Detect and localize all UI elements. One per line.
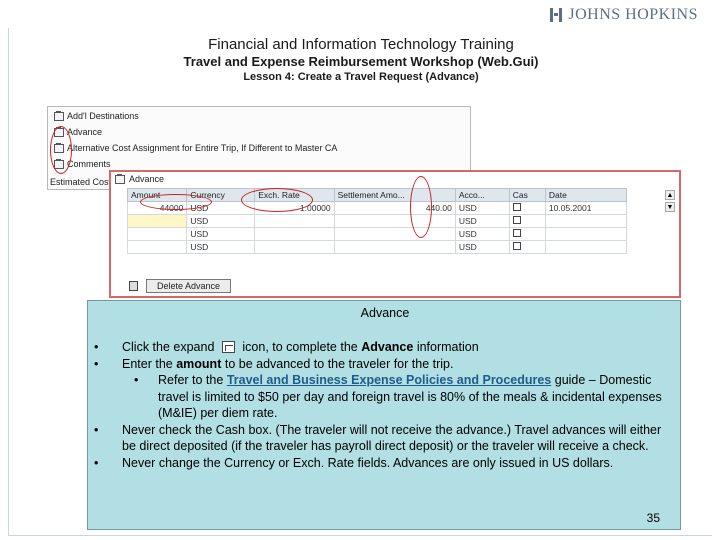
- account-field: USD: [454, 227, 510, 241]
- bullet-list: Click the expand icon, to complete the A…: [94, 339, 676, 471]
- col-cash[interactable]: Cas: [508, 188, 546, 202]
- tree-item-label: Add'l Destinations: [67, 111, 139, 121]
- list-item: Click the expand icon, to complete the A…: [94, 339, 676, 356]
- list-item: Never change the Currency or Exch. Rate …: [94, 455, 676, 472]
- settlement-field: [333, 227, 456, 241]
- currency-field[interactable]: USD: [186, 240, 256, 254]
- tree-item-label: Alternative Cost Assignment for Entire T…: [67, 143, 338, 153]
- bullet-text: Never check the Cash box. (The traveler …: [122, 422, 662, 454]
- highlight-circle: [140, 194, 212, 210]
- currency-field[interactable]: USD: [186, 214, 256, 228]
- cash-checkbox-cell[interactable]: [508, 214, 546, 228]
- cash-checkbox-cell[interactable]: [508, 227, 546, 241]
- trash-icon: [129, 281, 138, 291]
- date-field[interactable]: [544, 227, 628, 241]
- tree-item-label: Advance: [67, 127, 103, 137]
- brand-text: JOHNS HOPKINS: [568, 6, 698, 23]
- bullet-text: Enter the: [122, 356, 173, 371]
- bullet-bold: Advance: [361, 340, 414, 354]
- delete-advance-label: Delete Advance: [146, 279, 232, 293]
- scroll-up-icon[interactable]: ▲: [665, 190, 675, 200]
- list-item: Never check the Cash box. (The traveler …: [94, 422, 676, 455]
- account-field: USD: [454, 240, 510, 254]
- list-item: Refer to the Travel and Business Expense…: [94, 372, 676, 422]
- scroll-down-icon[interactable]: ▼: [665, 202, 675, 212]
- course-title: Financial and Information Technology Tra…: [208, 36, 514, 53]
- settlement-field: [333, 240, 456, 254]
- page-number: 35: [646, 511, 660, 525]
- highlight-circle: [50, 126, 72, 174]
- folder-icon: [54, 110, 64, 121]
- delete-advance-button[interactable]: Delete Advance: [129, 279, 232, 293]
- slide: Financial and Information Technology Tra…: [8, 28, 712, 536]
- date-field[interactable]: 10.05.2001: [544, 201, 628, 215]
- table-row: USD USD: [126, 240, 628, 254]
- bullet-bold: amount: [176, 356, 222, 371]
- col-date[interactable]: Date: [544, 188, 628, 202]
- settlement-field: 440.00: [333, 201, 456, 215]
- info-title: Advance: [360, 306, 410, 320]
- table-row: USD USD: [126, 227, 628, 241]
- col-account[interactable]: Acco...: [454, 188, 510, 202]
- exch-rate-field[interactable]: [254, 240, 335, 254]
- tree-item-destinations[interactable]: Add'l Destinations: [54, 110, 139, 121]
- advance-panel-title: Advance: [129, 174, 165, 184]
- date-field[interactable]: [544, 214, 628, 228]
- cash-checkbox[interactable]: [512, 216, 521, 224]
- tree-item-alt-cost[interactable]: Alternative Cost Assignment for Entire T…: [54, 142, 338, 153]
- folder-icon: [115, 173, 125, 184]
- exch-rate-field[interactable]: [254, 227, 335, 241]
- johns-hopkins-logo-icon: [550, 8, 563, 22]
- cash-checkbox-cell[interactable]: [508, 240, 546, 254]
- bullet-text: Refer to the: [158, 373, 224, 387]
- brand: JOHNS HOPKINS: [550, 6, 698, 24]
- tree-item-label: Comments: [67, 159, 111, 169]
- info-box: Advance Click the expand icon, to comple…: [87, 300, 681, 530]
- workshop-title: Travel and Expense Reimbursement Worksho…: [183, 54, 539, 69]
- date-field[interactable]: [544, 240, 628, 254]
- advance-panel: Advance Amount Currency Exch. Rate Settl…: [109, 170, 681, 298]
- advance-panel-header[interactable]: Advance: [115, 173, 165, 184]
- account-field: USD: [454, 214, 510, 228]
- cash-checkbox[interactable]: [512, 242, 521, 250]
- cash-checkbox-cell[interactable]: [508, 201, 546, 215]
- settlement-field: [333, 214, 456, 228]
- amount-field[interactable]: [126, 240, 188, 254]
- bullet-text: icon, to complete the: [242, 340, 358, 354]
- currency-field[interactable]: USD: [186, 227, 256, 241]
- cash-checkbox[interactable]: [512, 229, 521, 237]
- highlight-circle: [410, 176, 432, 238]
- estimated-cost-label: Estimated Cost: [50, 177, 112, 187]
- list-item: Enter the amount to be advanced to the t…: [94, 356, 676, 373]
- col-settlement[interactable]: Settlement Amo...: [333, 188, 456, 202]
- table-row: USD USD: [126, 214, 628, 228]
- bullet-text: Never change the Currency or Exch. Rate …: [122, 455, 614, 470]
- policy-link[interactable]: Travel and Business Expense Policies and…: [227, 373, 551, 387]
- bullet-text: information: [416, 340, 479, 354]
- expand-icon: [221, 341, 235, 353]
- amount-field[interactable]: [126, 214, 188, 228]
- exch-rate-field[interactable]: [254, 214, 335, 228]
- cash-checkbox[interactable]: [512, 203, 521, 211]
- account-field: USD: [454, 201, 510, 215]
- bullet-text: to be advanced to the traveler for the t…: [224, 356, 454, 371]
- amount-field[interactable]: [126, 227, 188, 241]
- bullet-text: Click the expand: [122, 340, 215, 354]
- highlight-circle: [241, 188, 313, 212]
- top-bar: JOHNS HOPKINS: [0, 0, 720, 28]
- lesson-title: Lesson 4: Create a Travel Request (Advan…: [243, 71, 479, 83]
